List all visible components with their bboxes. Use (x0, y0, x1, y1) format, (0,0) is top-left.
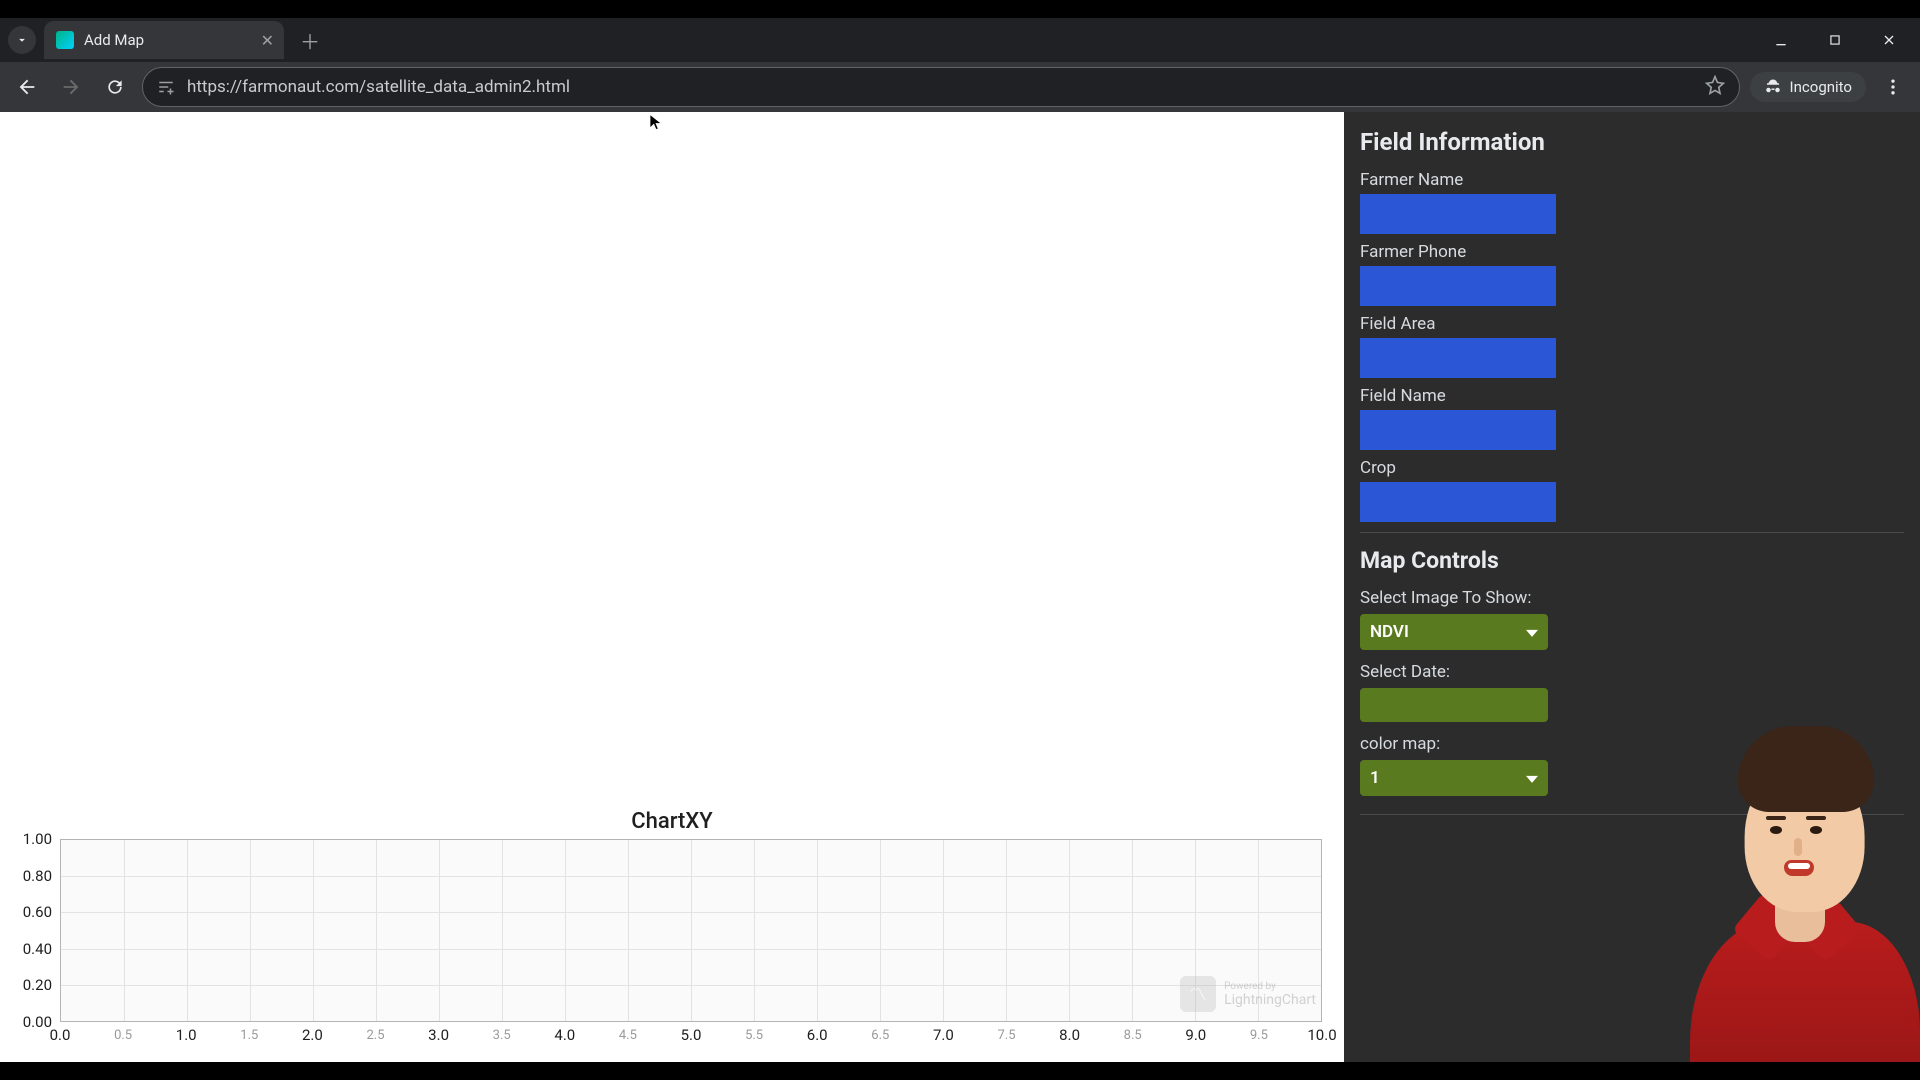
window-maximize-button[interactable] (1820, 25, 1850, 55)
star-icon (1705, 75, 1725, 95)
browser-tab-active[interactable]: Add Map ✕ (44, 21, 284, 59)
lightningchart-logo-icon: 〽 (1180, 976, 1216, 1012)
map-controls-heading: Map Controls (1360, 547, 1904, 574)
incognito-label: Incognito (1790, 78, 1852, 96)
crop-label: Crop (1360, 458, 1904, 478)
chart-y-ticks: 1.00 0.80 0.60 0.40 0.20 0.00 (8, 839, 56, 1022)
tune-icon (157, 78, 175, 96)
farmer-phone-label: Farmer Phone (1360, 242, 1904, 262)
tab-title: Add Map (84, 31, 144, 49)
nav-forward-button[interactable] (54, 70, 88, 104)
mouse-cursor-icon (647, 113, 665, 131)
address-bar[interactable]: https://farmonaut.com/satellite_data_adm… (142, 67, 1740, 107)
reload-icon (105, 77, 125, 97)
chart-plot-area[interactable] (60, 839, 1322, 1022)
dots-vertical-icon (1883, 77, 1903, 97)
section-divider (1360, 532, 1904, 533)
chart-panel: ChartXY (0, 802, 1344, 1062)
url-text: https://farmonaut.com/satellite_data_adm… (187, 77, 570, 97)
bookmark-button[interactable] (1705, 75, 1725, 100)
field-area-label: Field Area (1360, 314, 1904, 334)
side-panel: Field Information Farmer Name Farmer Pho… (1344, 112, 1920, 1062)
crop-input[interactable] (1360, 482, 1556, 522)
nav-back-button[interactable] (10, 70, 44, 104)
minimize-icon (1773, 32, 1789, 48)
tab-close-button[interactable]: ✕ (261, 31, 274, 50)
browser-menu-button[interactable] (1876, 70, 1910, 104)
select-date-input[interactable] (1360, 688, 1548, 722)
window-close-button[interactable] (1874, 25, 1904, 55)
arrow-right-icon (60, 76, 82, 98)
new-tab-button[interactable]: ＋ (296, 26, 324, 54)
color-map-dropdown[interactable]: 1 (1360, 760, 1548, 796)
farmer-phone-input[interactable] (1360, 266, 1556, 306)
window-minimize-button[interactable] (1766, 25, 1796, 55)
field-name-input[interactable] (1360, 410, 1556, 450)
field-name-label: Field Name (1360, 386, 1904, 406)
incognito-indicator[interactable]: Incognito (1750, 72, 1866, 102)
farmer-name-label: Farmer Name (1360, 170, 1904, 190)
tab-search-button[interactable] (8, 26, 36, 54)
site-settings-icon[interactable] (157, 78, 175, 96)
field-area-input[interactable] (1360, 338, 1556, 378)
select-image-label: Select Image To Show: (1360, 588, 1904, 608)
nav-reload-button[interactable] (98, 70, 132, 104)
close-icon (1881, 32, 1897, 48)
window-controls (1766, 18, 1914, 62)
chart-watermark: 〽 Powered by LightningChart (1180, 976, 1316, 1012)
arrow-left-icon (16, 76, 38, 98)
select-image-dropdown[interactable]: NDVI (1360, 614, 1548, 650)
maximize-icon (1828, 33, 1842, 47)
map-canvas[interactable] (0, 112, 1344, 802)
chart-x-ticks: 0.0 0.5 1.0 1.5 2.0 2.5 3.0 3.5 4.0 4.5 … (60, 1026, 1322, 1056)
presenter-avatar (1670, 752, 1920, 1062)
farmer-name-input[interactable] (1360, 194, 1556, 234)
browser-tab-strip: Add Map ✕ ＋ (0, 18, 1920, 62)
tab-favicon (56, 31, 74, 49)
browser-toolbar: https://farmonaut.com/satellite_data_adm… (0, 62, 1920, 112)
chevron-down-icon (15, 33, 29, 47)
select-date-label: Select Date: (1360, 662, 1904, 682)
field-information-heading: Field Information (1360, 128, 1904, 156)
incognito-icon (1764, 78, 1782, 96)
chart-title: ChartXY (0, 803, 1344, 834)
